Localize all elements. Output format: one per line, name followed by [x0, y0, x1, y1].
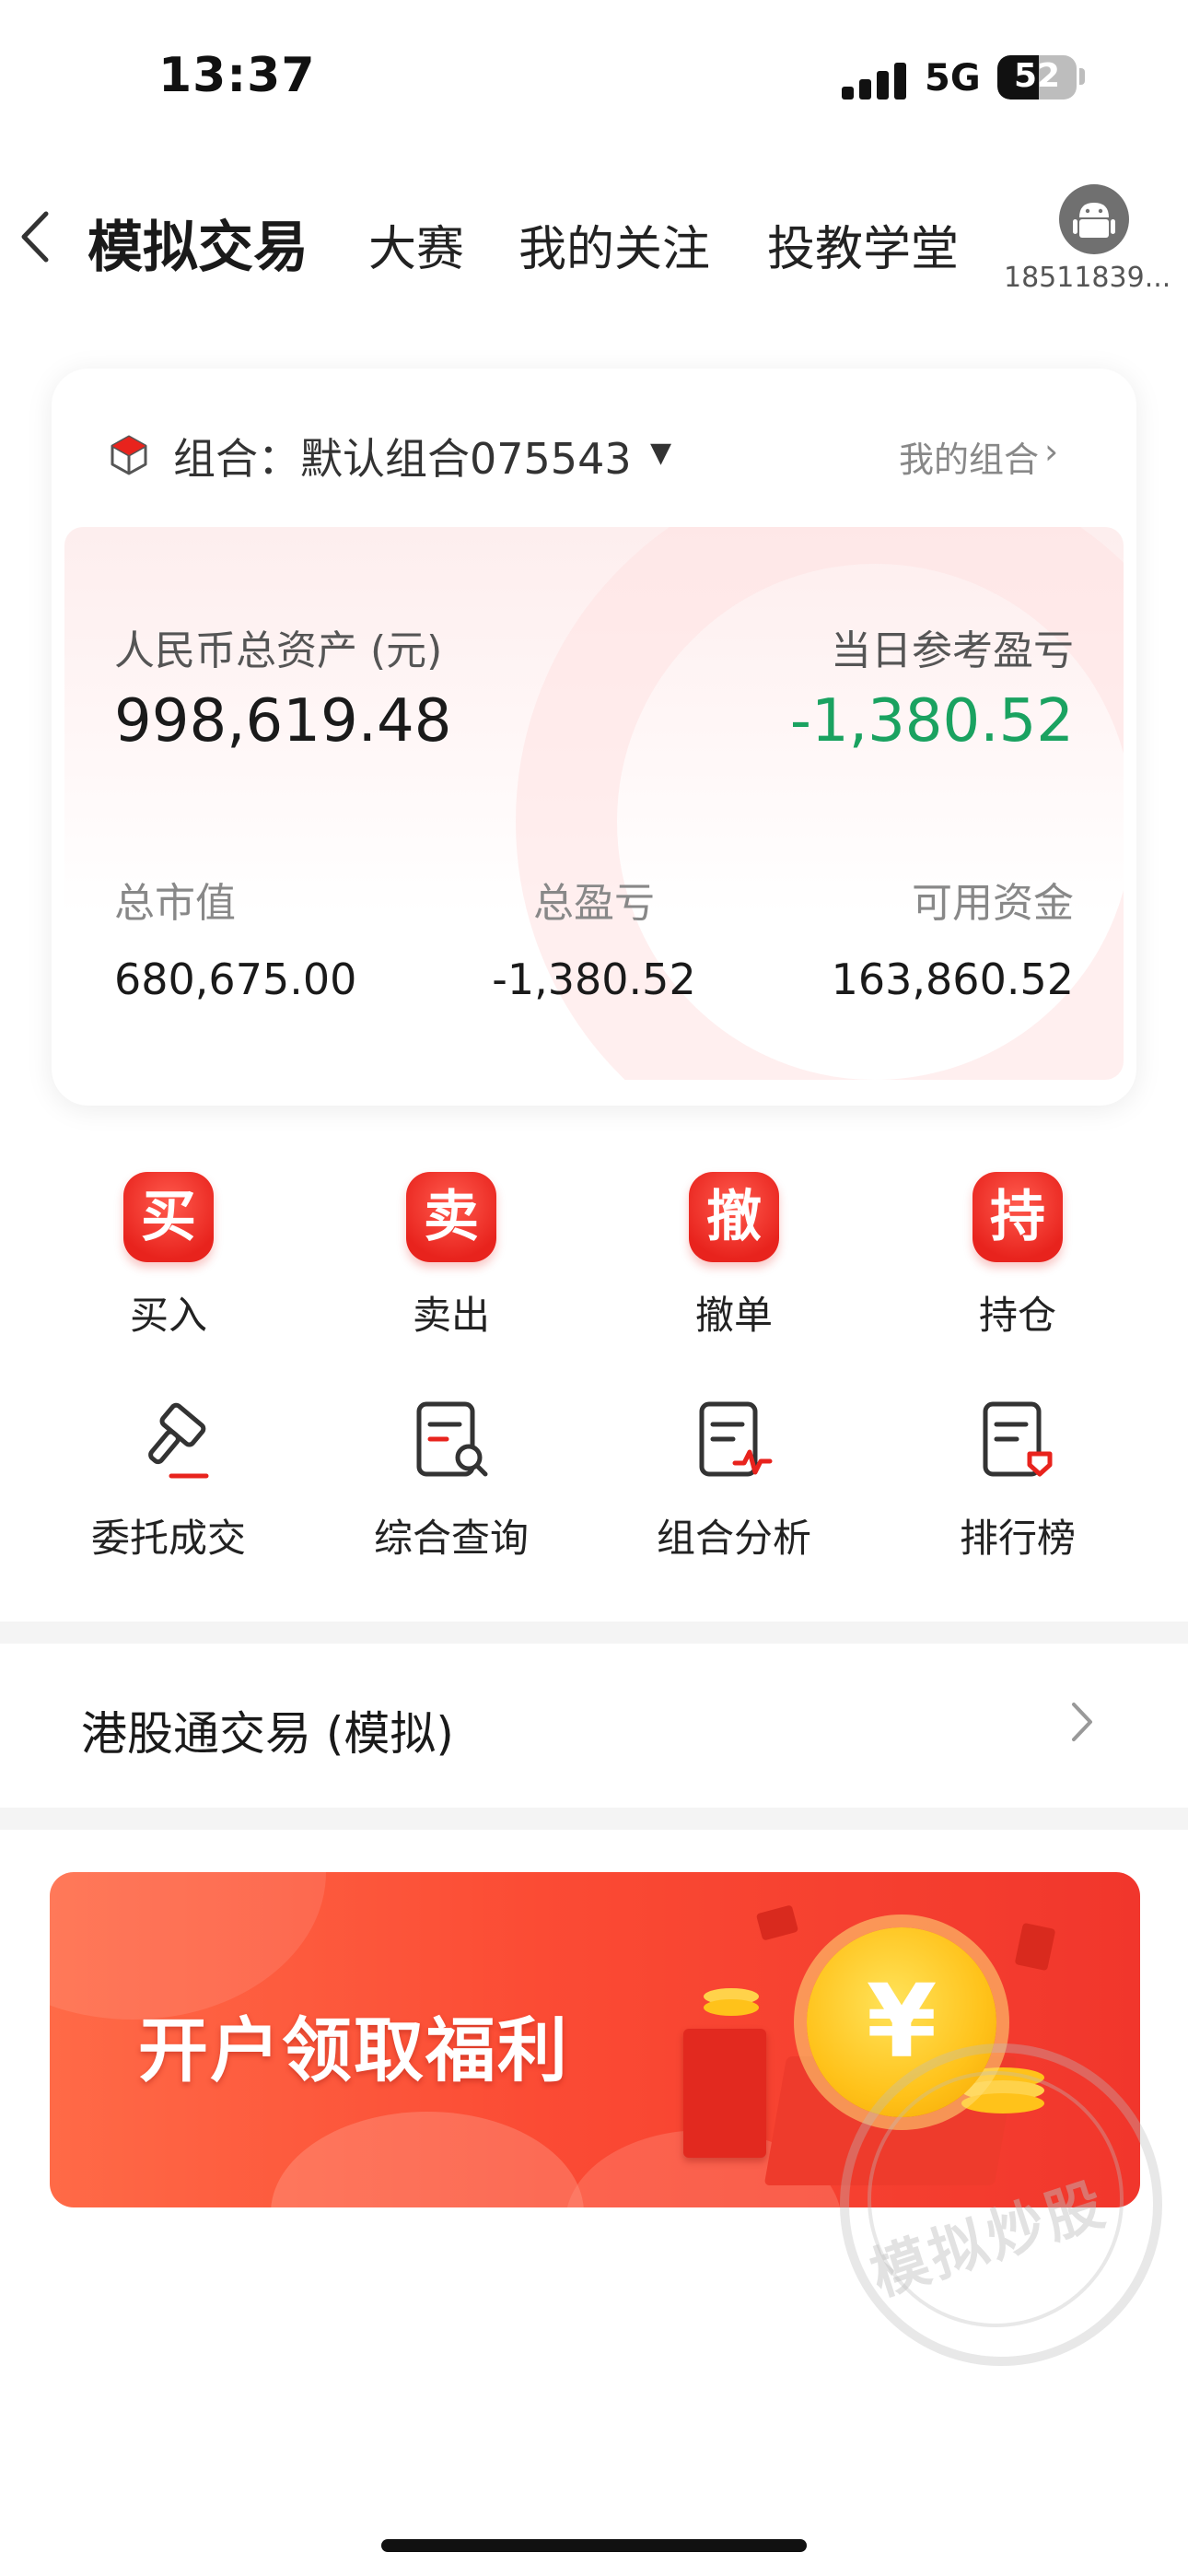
cancel-order-button[interactable]: 撤单 [642, 1284, 826, 1341]
section-divider [0, 1808, 1188, 1830]
daily-pnl-value: -1,380.52 [789, 687, 1074, 755]
user-id[interactable]: 18511839... [1004, 262, 1188, 294]
available-cash: 163,860.52 [831, 954, 1074, 1004]
cancel-order-icon[interactable]: 撤 [689, 1172, 779, 1262]
battery-level: 52 [1013, 57, 1061, 95]
holdings-button[interactable]: 持仓 [926, 1284, 1110, 1341]
portfolio-analysis-button[interactable]: 组合分析 [623, 1507, 844, 1563]
tab-contest[interactable]: 大赛 [368, 210, 464, 279]
status-time: 13:37 [158, 48, 316, 103]
back-icon[interactable] [13, 205, 59, 269]
battery-tip [1079, 68, 1085, 85]
banner-title[interactable]: 开户领取福利 [138, 1994, 569, 2095]
market-value-label: 总市值 [114, 880, 236, 927]
general-query-button[interactable]: 综合查询 [341, 1507, 562, 1563]
total-pnl-value: -1,380.52 [492, 954, 696, 1004]
market-value: 680,675.00 [114, 954, 357, 1004]
chevron-right-icon[interactable] [1068, 1699, 1096, 1745]
document-badge-icon[interactable] [976, 1400, 1059, 1483]
buy-icon[interactable]: 买 [123, 1172, 214, 1262]
battery-icon: 52 [997, 55, 1077, 100]
holdings-icon[interactable]: 持 [973, 1172, 1063, 1262]
document-search-icon[interactable] [410, 1400, 493, 1483]
my-portfolio-link[interactable]: 我的组合 [899, 431, 1039, 482]
sell-icon[interactable]: 卖 [406, 1172, 496, 1262]
chevron-right-icon[interactable]: › [1044, 431, 1058, 472]
total-assets-label: 人民币总资产 (元) [114, 627, 443, 674]
document-pulse-icon[interactable] [693, 1400, 775, 1483]
sell-button[interactable]: 卖出 [359, 1284, 543, 1341]
orders-fills-button[interactable]: 委托成交 [58, 1507, 279, 1563]
network-type: 5G [925, 57, 981, 100]
total-assets-value: 998,619.48 [114, 687, 452, 755]
portfolio-selector[interactable]: 组合：默认组合075543 [173, 426, 632, 486]
home-indicator[interactable] [381, 2539, 807, 2552]
tab-simulated-trading[interactable]: 模拟交易 [87, 203, 309, 283]
android-avatar-icon[interactable] [1059, 184, 1129, 254]
tab-my-watchlist[interactable]: 我的关注 [518, 210, 710, 279]
leaderboard-button[interactable]: 排行榜 [907, 1507, 1128, 1563]
section-divider [0, 1622, 1188, 1644]
gavel-icon[interactable] [127, 1400, 210, 1483]
hk-connect-label[interactable]: 港股通交易 (模拟) [81, 1697, 454, 1763]
total-pnl-label: 总盈亏 [533, 880, 655, 927]
daily-pnl-label: 当日参考盈亏 [831, 627, 1074, 674]
signal-icon [842, 61, 906, 100]
cube-icon [111, 435, 147, 475]
tab-investor-school[interactable]: 投教学堂 [767, 210, 959, 279]
buy-button[interactable]: 买入 [76, 1284, 261, 1341]
caret-down-icon[interactable]: ▼ [650, 437, 671, 469]
available-cash-label: 可用资金 [912, 880, 1074, 927]
